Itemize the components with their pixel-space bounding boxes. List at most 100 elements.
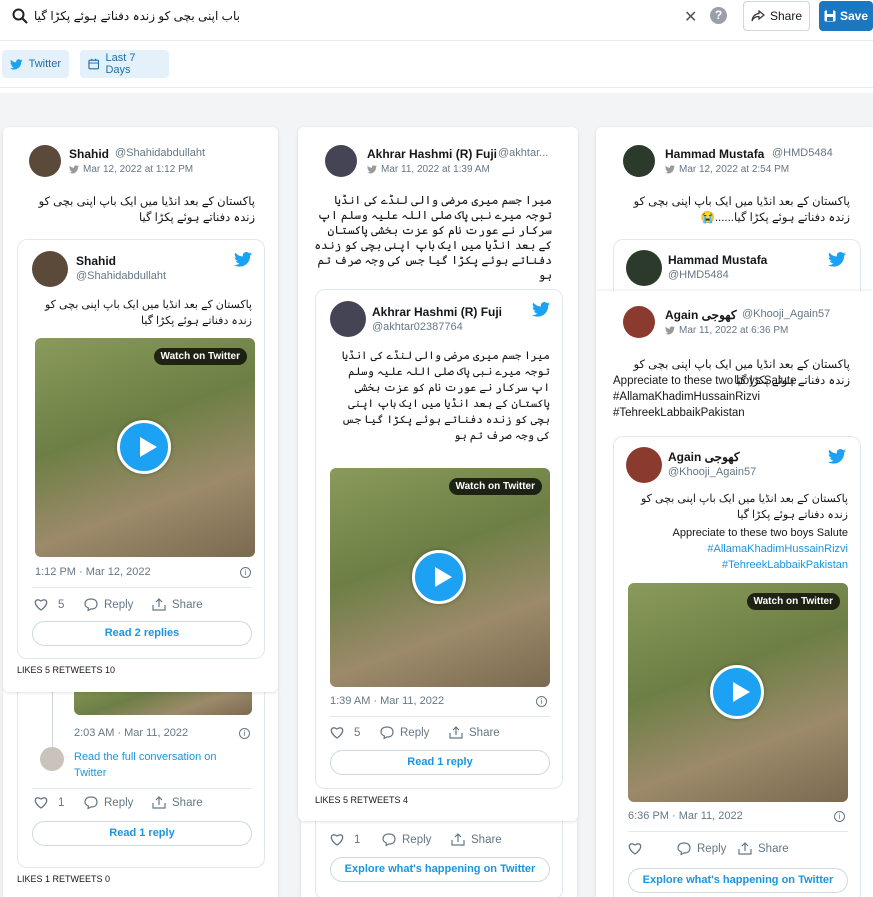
post-card[interactable]: 2:03 AM · Mar 11, 2022 i Read the full c… <box>3 690 278 897</box>
filter-bar: Twitter Last 7 Days <box>0 40 873 88</box>
like-button[interactable]: 5 <box>330 726 360 739</box>
embed-author-name: Again کھوجی <box>668 450 740 464</box>
play-icon[interactable] <box>710 665 764 719</box>
reply-button[interactable]: Reply <box>84 598 133 611</box>
embedded-tweet[interactable]: Shahid @Shahidabdullaht پاکستان کے بعد ا… <box>17 239 265 659</box>
share-icon <box>449 726 463 739</box>
like-count: 5 <box>58 598 65 611</box>
tweet-date: 2:03 AM · Mar 11, 2022 <box>74 727 189 739</box>
reply-button[interactable]: Reply <box>380 726 429 739</box>
share-tweet-button[interactable]: Share <box>152 598 203 611</box>
reply-icon <box>84 598 98 611</box>
avatar <box>40 747 64 771</box>
video-thumbnail[interactable]: Watch on Twitter <box>330 468 550 687</box>
date-range-filter-chip[interactable]: Last 7 Days <box>80 50 169 78</box>
post-text: پاکستان کے بعد انڈیا میں ایک باپ اپنی بچ… <box>38 196 255 224</box>
play-icon[interactable] <box>412 550 466 604</box>
watch-on-twitter-badge[interactable]: Watch on Twitter <box>448 478 542 495</box>
like-button[interactable]: 5 <box>34 598 64 611</box>
embed-author-name: Shahid <box>76 254 117 268</box>
twitter-logo-icon <box>828 449 846 464</box>
avatar <box>623 145 655 177</box>
explore-twitter-button[interactable]: Explore what's happening on Twitter <box>628 868 848 893</box>
author-name: Hammad Mustafa <box>665 147 765 161</box>
share-icon <box>751 10 765 22</box>
play-icon[interactable] <box>117 420 171 474</box>
avatar <box>623 306 655 338</box>
twitter-logo-icon <box>532 302 550 317</box>
reply-button[interactable]: Reply <box>677 842 726 855</box>
share-tweet-button[interactable]: Share <box>738 842 789 855</box>
avatar <box>626 447 662 483</box>
embedded-tweet[interactable]: Hammad Mustafa @HMD5484 <box>613 239 861 299</box>
info-icon[interactable]: i <box>834 811 845 822</box>
embedded-tweet[interactable]: 1 Reply Share Explore what's happening o… <box>315 820 563 897</box>
explore-twitter-button[interactable]: Explore what's happening on Twitter <box>330 857 550 882</box>
share-icon <box>451 833 465 846</box>
post-card[interactable]: Shahid @Shahidabdullaht Mar 12, 2022 at … <box>3 127 278 692</box>
thread-line <box>52 690 53 749</box>
info-icon[interactable]: i <box>240 567 251 578</box>
help-icon[interactable]: ? <box>710 7 727 24</box>
reply-button[interactable]: Reply <box>382 833 431 846</box>
info-icon[interactable]: i <box>536 696 547 707</box>
reply-label: Reply <box>104 796 134 809</box>
reply-tweet[interactable]: Again کھوجی @Khooji_Again57 Mar 11, 2022… <box>596 291 873 897</box>
tweet-date: 6:36 PM · Mar 11, 2022 <box>628 810 743 822</box>
reply-author-name: Again کھوجی <box>665 308 737 322</box>
avatar <box>32 251 68 287</box>
divider <box>628 831 848 832</box>
info-icon[interactable]: i <box>239 728 250 739</box>
reply-author-handle: @Khooji_Again57 <box>742 308 831 320</box>
post-card[interactable]: Hammad Mustafa @HMD5484 Mar 12, 2022 at … <box>596 127 873 897</box>
video-thumbnail[interactable] <box>74 690 252 715</box>
post-stats: LIKES 1 RETWEETS 0 <box>17 874 111 884</box>
post-stats: LIKES 5 RETWEETS 10 <box>17 665 116 675</box>
post-time-text: Mar 11, 2022 at 1:39 AM <box>381 164 490 175</box>
share-button[interactable]: Share <box>743 1 810 31</box>
read-full-conversation-link[interactable]: Read the full conversation on Twitter <box>74 749 244 781</box>
share-button-label: Share <box>769 9 803 23</box>
platform-filter-chip[interactable]: Twitter <box>2 50 69 78</box>
hashtag-link[interactable]: #AllamaKhadimHussainRizvi <box>628 541 848 557</box>
reply-label: Reply <box>402 833 432 846</box>
author-name: Shahid <box>69 147 110 161</box>
heart-icon <box>34 599 48 611</box>
embedded-tweet[interactable]: 2:03 AM · Mar 11, 2022 i Read the full c… <box>17 690 265 868</box>
share-tweet-button[interactable]: Share <box>449 726 500 739</box>
embed-text: پاکستان کے بعد انڈیا میں ایک باپ اپنی بچ… <box>44 299 252 327</box>
read-replies-button[interactable]: Read 1 reply <box>32 821 252 846</box>
read-replies-button[interactable]: Read 2 replies <box>32 621 252 646</box>
share-tweet-button[interactable]: Share <box>451 833 502 846</box>
save-button[interactable]: Save <box>819 1 873 31</box>
embed-author-handle: @akhtar02387764 <box>372 321 463 333</box>
video-thumbnail[interactable]: Watch on Twitter <box>35 338 255 557</box>
like-button[interactable] <box>628 842 642 855</box>
video-thumbnail[interactable]: Watch on Twitter <box>628 583 848 802</box>
heart-icon <box>34 797 48 809</box>
reply-button[interactable]: Reply <box>84 796 133 809</box>
read-replies-button[interactable]: Read 1 reply <box>330 750 550 775</box>
search-input[interactable]: باب اپنی بچی کو زندہ دفناتے ہوئے پکڑا گی… <box>34 9 294 23</box>
embed-text: میرا جسم میری مرضی والی لنڈے کی انڈیا تو… <box>341 350 550 442</box>
hashtag-link[interactable]: #TehreekLabbaikPakistan <box>628 557 848 573</box>
close-icon[interactable]: ✕ <box>684 7 697 27</box>
like-button[interactable]: 1 <box>330 833 360 846</box>
embed-author-name: Akhrar Hashmi (R) Fuji <box>372 305 503 319</box>
embedded-tweet[interactable]: Again کھوجی @Khooji_Again57 پاکستان کے ب… <box>613 436 861 897</box>
post-card[interactable]: Akhrar Hashmi (R) Fuji @akhtar... Mar 11… <box>298 127 578 821</box>
twitter-bird-icon <box>69 165 79 174</box>
like-button[interactable]: 1 <box>34 796 64 809</box>
save-button-label: Save <box>839 9 869 23</box>
embedded-tweet[interactable]: Akhrar Hashmi (R) Fuji @akhtar02387764 م… <box>315 289 563 789</box>
watch-on-twitter-badge[interactable]: Watch on Twitter <box>746 593 840 610</box>
twitter-bird-icon <box>10 58 23 69</box>
watch-on-twitter-badge[interactable]: Watch on Twitter <box>153 348 247 365</box>
reply-time: Mar 11, 2022 at 6:36 PM <box>665 325 788 336</box>
share-tweet-button[interactable]: Share <box>152 796 203 809</box>
reply-label: Reply <box>400 726 430 739</box>
reply-icon <box>677 842 691 855</box>
like-count: 1 <box>58 796 65 809</box>
share-label: Share <box>469 726 500 739</box>
post-card[interactable]: 1 Reply Share Explore what's happening o… <box>301 820 577 897</box>
